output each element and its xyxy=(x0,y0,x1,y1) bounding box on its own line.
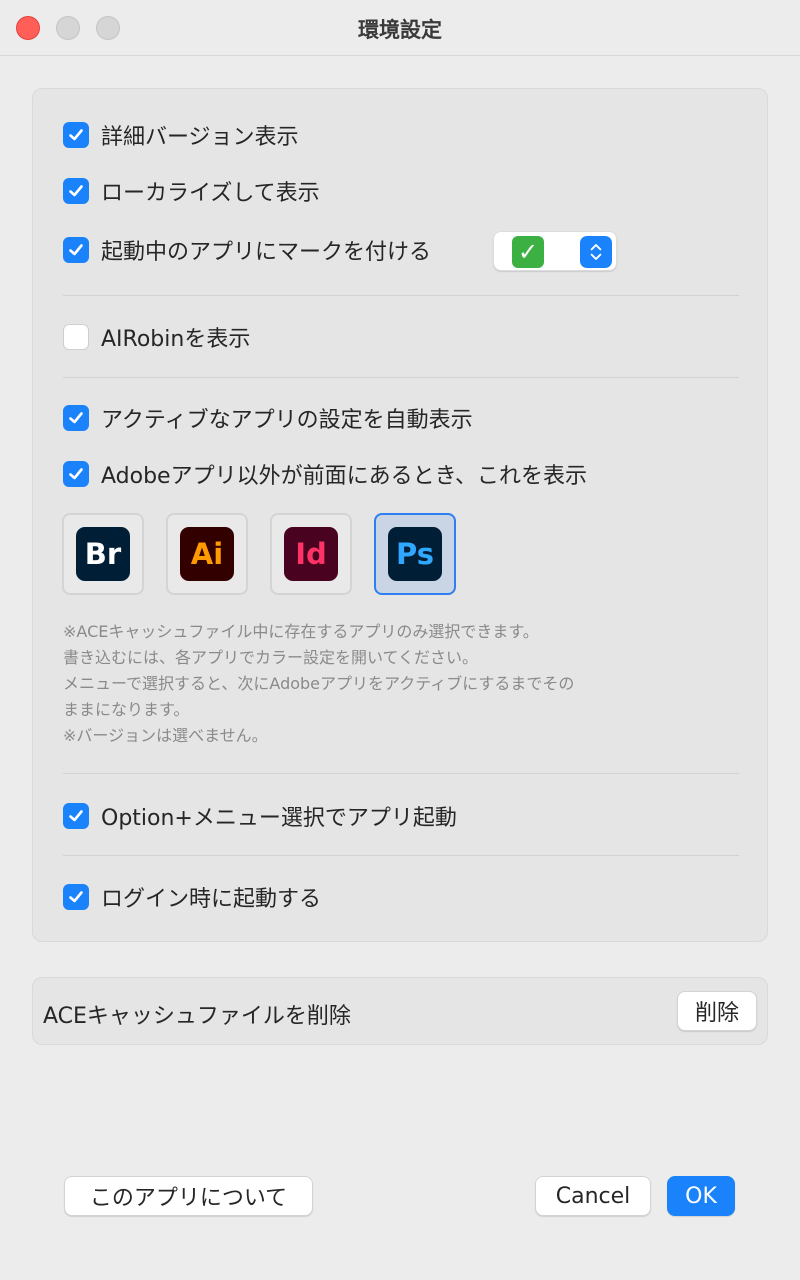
delete-cache-button[interactable]: 削除 xyxy=(677,991,757,1031)
divider xyxy=(63,377,739,378)
checkmark-icon xyxy=(69,129,83,141)
localize-checkbox[interactable] xyxy=(63,178,89,204)
checkmark-icon xyxy=(69,244,83,256)
cache-group: ACEキャッシュファイルを削除 削除 xyxy=(32,977,768,1045)
popup-stepper-icon xyxy=(580,236,612,268)
airobin-checkbox[interactable] xyxy=(63,324,89,350)
mark-running-label: 起動中のアプリにマークを付ける xyxy=(101,240,432,265)
option-mark-running[interactable]: 起動中のアプリにマークを付ける xyxy=(63,235,431,265)
auto-show-active-checkbox[interactable] xyxy=(63,405,89,431)
airobin-label: AIRobinを表示 xyxy=(101,327,251,352)
app-tile-indesign[interactable]: Id xyxy=(270,513,352,595)
option-login-launch[interactable]: ログイン時に起動する xyxy=(63,882,321,912)
detailed-version-label: 詳細バージョン表示 xyxy=(101,125,299,150)
option-localize[interactable]: ローカライズして表示 xyxy=(63,176,320,206)
note-line: ※ACEキャッシュファイル中に存在するアプリのみ選択できます。 xyxy=(63,622,539,641)
option-airobin[interactable]: AIRobinを表示 xyxy=(63,322,250,352)
checkmark-icon xyxy=(69,468,83,480)
divider xyxy=(63,295,739,296)
app-tile-photoshop[interactable]: Ps xyxy=(374,513,456,595)
option-auto-show-active[interactable]: アクティブなアプリの設定を自動表示 xyxy=(63,403,473,433)
cancel-button[interactable]: Cancel xyxy=(535,1176,651,1216)
settings-group: 詳細バージョン表示 ローカライズして表示 起動中のアプリにマークを付ける ✓ A… xyxy=(32,88,768,942)
mark-running-checkbox[interactable] xyxy=(63,237,89,263)
login-launch-checkbox[interactable] xyxy=(63,884,89,910)
photoshop-icon: Ps xyxy=(388,527,442,581)
note-line: 書き込むには、各アプリでカラー設定を開いてください。 xyxy=(63,648,479,667)
divider xyxy=(63,855,739,856)
option-option-menu[interactable]: Option+メニュー選択でアプリ起動 xyxy=(63,801,457,831)
checkmark-icon xyxy=(69,891,83,903)
login-launch-label: ログイン時に起動する xyxy=(101,887,322,912)
note-line: メニューで選択すると、次にAdobeアプリをアクティブにするまでその xyxy=(63,674,575,693)
note-line: ※バージョンは選べません。 xyxy=(63,726,268,745)
option-menu-checkbox[interactable] xyxy=(63,803,89,829)
checkmark-icon xyxy=(69,185,83,197)
option-menu-label: Option+メニュー選択でアプリ起動 xyxy=(101,806,457,831)
option-show-when-non-adobe[interactable]: Adobeアプリ以外が前面にあるとき、これを表示 xyxy=(63,459,587,489)
mark-style-popup[interactable]: ✓ xyxy=(493,231,617,271)
show-when-non-adobe-checkbox[interactable] xyxy=(63,461,89,487)
option-detailed-version[interactable]: 詳細バージョン表示 xyxy=(63,120,299,150)
localize-label: ローカライズして表示 xyxy=(101,181,320,206)
app-tile-bridge[interactable]: Br xyxy=(62,513,144,595)
green-check-emoji-icon: ✓ xyxy=(512,236,544,268)
detailed-version-checkbox[interactable] xyxy=(63,122,89,148)
about-app-button[interactable]: このアプリについて xyxy=(64,1176,313,1216)
show-when-non-adobe-label: Adobeアプリ以外が前面にあるとき、これを表示 xyxy=(101,464,588,489)
title-bar: 環境設定 xyxy=(0,0,800,56)
illustrator-icon: Ai xyxy=(180,527,234,581)
checkmark-icon xyxy=(69,810,83,822)
note-line: ままになります。 xyxy=(63,700,190,719)
indesign-icon: Id xyxy=(284,527,338,581)
checkmark-icon xyxy=(69,412,83,424)
divider xyxy=(63,773,739,774)
help-note: ※ACEキャッシュファイル中に存在するアプリのみ選択できます。 書き込むには、各… xyxy=(63,619,743,749)
auto-show-active-label: アクティブなアプリの設定を自動表示 xyxy=(101,408,473,433)
app-tile-illustrator[interactable]: Ai xyxy=(166,513,248,595)
window-title: 環境設定 xyxy=(358,18,442,42)
cache-delete-label: ACEキャッシュファイルを削除 xyxy=(43,1004,351,1029)
bridge-icon: Br xyxy=(76,527,130,581)
ok-button[interactable]: OK xyxy=(667,1176,735,1216)
